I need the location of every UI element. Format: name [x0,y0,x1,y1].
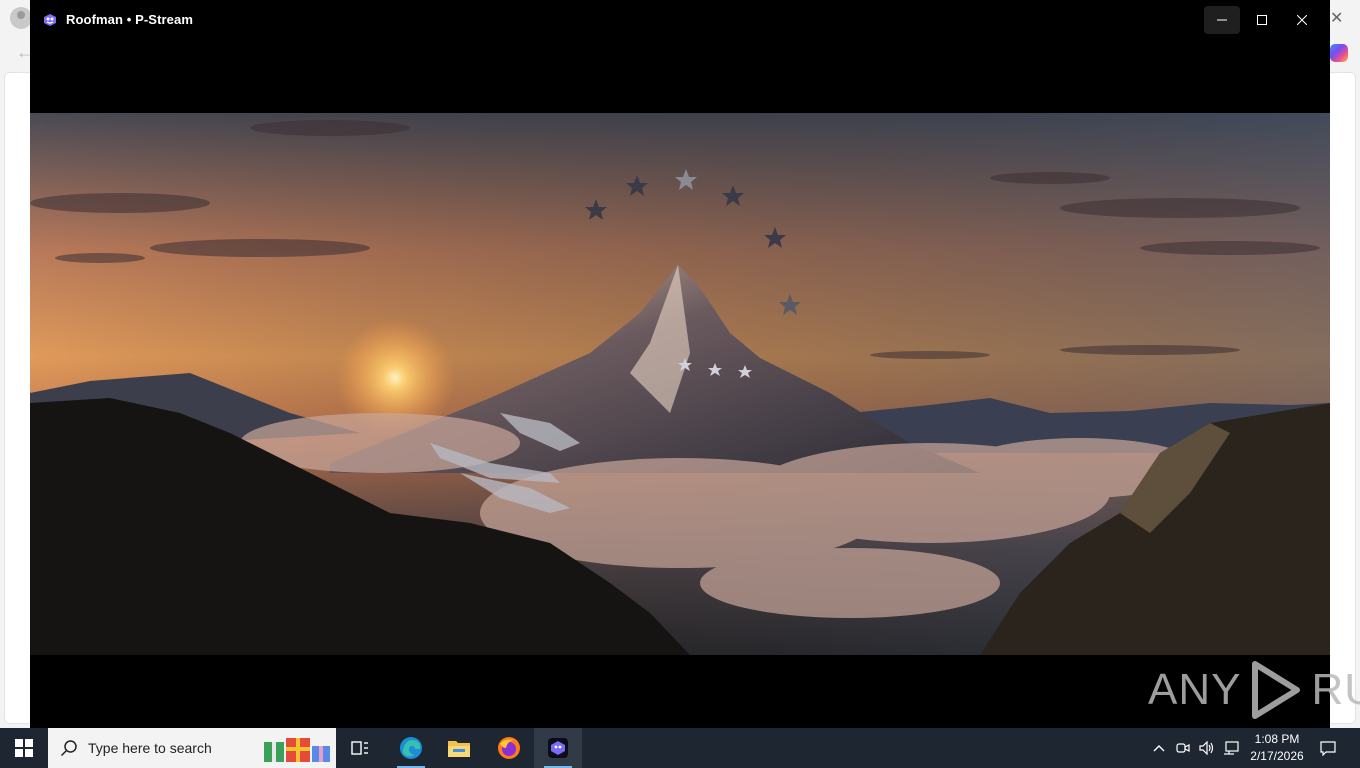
task-view-button[interactable] [336,728,384,768]
copilot-icon[interactable] [1330,44,1348,62]
task-view-icon [351,741,368,755]
search-placeholder: Type here to search [88,740,212,756]
taskbar-clock[interactable]: 1:08 PM 2/17/2026 [1246,731,1308,765]
edge-icon [400,737,422,759]
taskbar: Type here to search 1:08 PM 2/17/2026 [0,728,1360,768]
file-explorer-icon [448,741,470,757]
file-explorer-taskbar-button[interactable] [435,728,483,768]
firefox-icon [498,737,520,759]
network-button[interactable] [1221,728,1241,768]
minimize-icon [1217,19,1227,21]
p-stream-taskbar-button[interactable] [534,728,582,768]
maximize-icon [1257,15,1267,25]
mountain-intro-frame [30,113,1330,655]
minimize-button[interactable] [1204,6,1240,34]
watermark-text-right: RUN [1311,665,1360,714]
webcam-icon [1176,743,1190,753]
app-window: Roofman • P-Stream ANY R [30,0,1360,728]
window-title: Roofman • P-Stream [66,12,193,27]
maximize-button[interactable] [1244,6,1280,34]
chevron-up-icon [1153,745,1165,752]
play-logo-icon [1252,661,1301,719]
p-stream-app-icon [44,14,56,26]
close-icon [1297,15,1307,25]
start-button[interactable] [0,728,48,768]
anyrun-watermark: ANY RUN [1148,660,1360,720]
notification-icon [1320,741,1336,756]
network-icon [1224,741,1239,755]
windows-logo-icon [15,739,33,757]
edge-taskbar-button[interactable] [387,728,435,768]
p-stream-icon [548,738,568,758]
watermark-text-left: ANY [1148,665,1242,714]
close-button[interactable] [1284,6,1320,34]
meet-now-button[interactable] [1174,728,1192,768]
clock-date: 2/17/2026 [1250,749,1304,763]
volume-button[interactable] [1197,728,1217,768]
show-hidden-icons-button[interactable] [1150,728,1168,768]
clock-time: 1:08 PM [1254,732,1300,746]
speaker-icon [1199,741,1214,755]
browser-close-icon[interactable]: ✕ [1330,8,1343,28]
notifications-button[interactable] [1316,728,1340,768]
gift-boxes-icon[interactable] [262,734,334,764]
video-player[interactable] [30,113,1330,655]
title-bar[interactable]: Roofman • P-Stream [30,0,1330,40]
taskbar-search-box[interactable]: Type here to search [48,728,336,768]
firefox-taskbar-button[interactable] [485,728,533,768]
profile-avatar-icon[interactable] [10,7,32,29]
search-icon [60,740,77,757]
